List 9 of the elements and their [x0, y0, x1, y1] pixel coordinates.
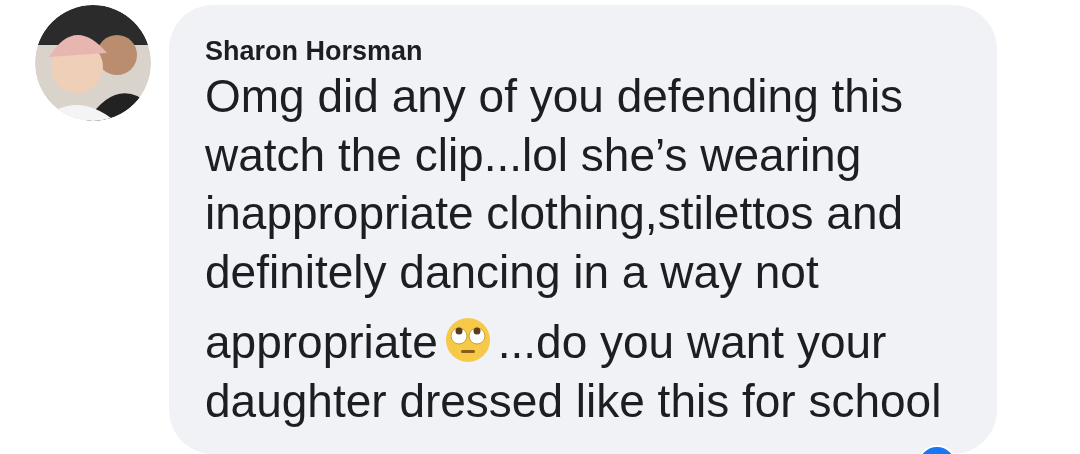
author-name[interactable]: Sharon Horsman [205, 35, 961, 68]
comment-text: inappropriate clothing,stilettos and [205, 186, 904, 242]
comment-text: ...do you want your [497, 315, 887, 371]
comment-text: appropriate [205, 315, 438, 371]
eye-roll-emoji-icon [443, 316, 492, 365]
comment-text: Omg did any of you defending this [205, 69, 904, 125]
comment-text: watch the clip...lol she’s wearing [205, 127, 862, 183]
comment-text: daughter dressed like this for school [205, 373, 942, 429]
comment-text: definitely dancing in a way not [205, 244, 819, 300]
